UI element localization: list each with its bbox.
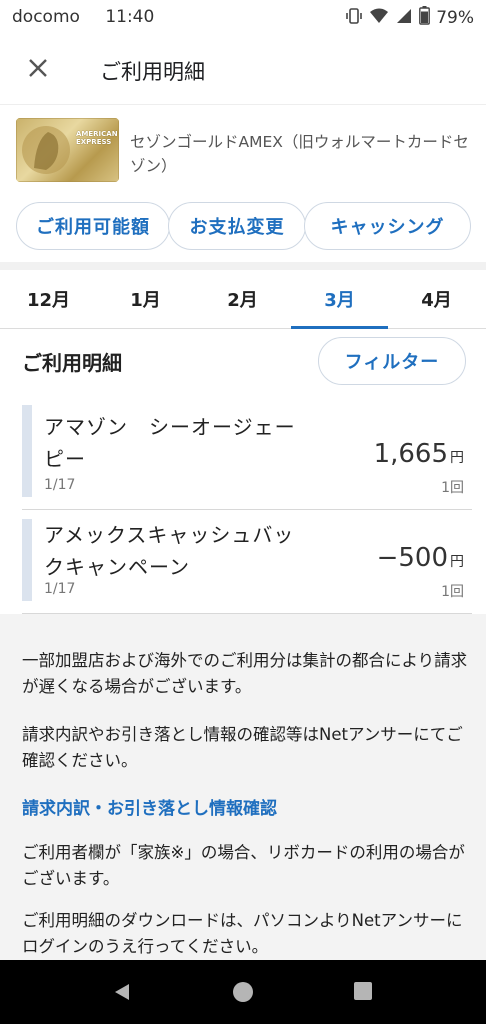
amount-value: 1,665: [373, 439, 448, 469]
notes-panel: 一部加盟店および海外でのご利用分は集計の都合により請求が遅くなる場合がございます…: [0, 614, 486, 960]
tab-month-2[interactable]: 2月: [194, 270, 291, 328]
clock: 11:40: [105, 7, 155, 27]
amount-unit: 円: [450, 554, 464, 570]
card-brand: AMERICAN EXPRESS: [76, 130, 118, 146]
battery-percent: 79%: [436, 8, 474, 28]
note-delay: 一部加盟店および海外でのご利用分は集計の都合により請求が遅くなる場合がございます…: [22, 651, 468, 696]
card-name: セゾンゴールドAMEX（旧ウォルマートカードセゾン）: [130, 133, 469, 175]
card-info: AMERICAN EXPRESS セゾンゴールドAMEX（旧ウォルマートカードセ…: [0, 108, 486, 192]
tab-month-12[interactable]: 12月: [0, 270, 97, 328]
wifi-icon: [369, 7, 389, 30]
carrier-label: docomo: [12, 7, 80, 27]
transaction-amount: −500 円: [377, 543, 464, 573]
payment-change-button[interactable]: お支払変更: [168, 202, 306, 250]
card-brand-line2: EXPRESS: [76, 138, 112, 146]
card-brand-line1: AMERICAN: [76, 130, 118, 138]
status-right: 79%: [345, 6, 474, 30]
tab-month-3[interactable]: 3月: [291, 270, 388, 329]
filter-button[interactable]: フィルター: [318, 337, 466, 385]
transaction-row[interactable]: アマゾン シーオージェーピー 1/17 1,665 円 1回: [22, 405, 472, 510]
tab-month-1[interactable]: 1月: [97, 270, 194, 328]
action-buttons: ご利用可能額 お支払変更 キャッシング: [16, 202, 472, 250]
cashing-button[interactable]: キャッシング: [304, 202, 471, 250]
centurion-emblem-icon: [16, 118, 119, 182]
recent-apps-icon[interactable]: [354, 982, 372, 1000]
transaction-marker: [22, 519, 32, 601]
note-download: ご利用明細のダウンロードは、パソコンよりNetアンサーにログインのうえ行ってくだ…: [22, 911, 463, 956]
amount-unit: 円: [450, 450, 464, 466]
billing-detail-link[interactable]: 請求内訳・お引き落とし情報確認: [22, 794, 277, 819]
note-net-answer: 請求内訳やお引き落とし情報の確認等はNetアンサーにてご確認ください。: [22, 725, 463, 770]
section-divider: [0, 262, 486, 270]
app-header: ご利用明細: [0, 36, 486, 105]
amount-value: −500: [376, 543, 448, 573]
transaction-description: アメックスキャッシュバックキャンペーン: [44, 523, 295, 579]
signal-icon: [395, 7, 413, 30]
transaction-date: 1/17: [44, 581, 76, 597]
transaction-date: 1/17: [44, 477, 76, 493]
system-nav-bar: [0, 960, 486, 1024]
close-button[interactable]: [22, 54, 54, 86]
transaction-count: 1回: [441, 480, 464, 496]
battery-icon: [419, 6, 431, 30]
card-image: AMERICAN EXPRESS: [16, 118, 119, 182]
page-title: ご利用明細: [100, 60, 205, 84]
home-icon[interactable]: [233, 982, 253, 1002]
transaction-amount: 1,665 円: [374, 439, 464, 469]
transaction-row[interactable]: アメックスキャッシュバックキャンペーン 1/17 −500 円 1回: [22, 509, 472, 614]
note-family: ご利用者欄が「家族※」の場合、リボカードの利用の場合がございます。: [22, 843, 465, 888]
transaction-description: アマゾン シーオージェーピー: [44, 415, 296, 471]
back-icon[interactable]: [112, 982, 132, 1006]
statement-section-title: ご利用明細: [22, 351, 122, 375]
status-left: docomo 11:40: [12, 7, 174, 27]
transaction-marker: [22, 405, 32, 497]
transaction-count: 1回: [441, 584, 464, 600]
tab-month-4[interactable]: 4月: [388, 270, 485, 328]
close-icon: [27, 57, 49, 83]
available-credit-button[interactable]: ご利用可能額: [16, 202, 170, 250]
vibrate-icon: [345, 7, 363, 30]
month-tabs: 12月 1月 2月 3月 4月: [0, 270, 486, 329]
status-bar: docomo 11:40 79%: [0, 0, 486, 36]
